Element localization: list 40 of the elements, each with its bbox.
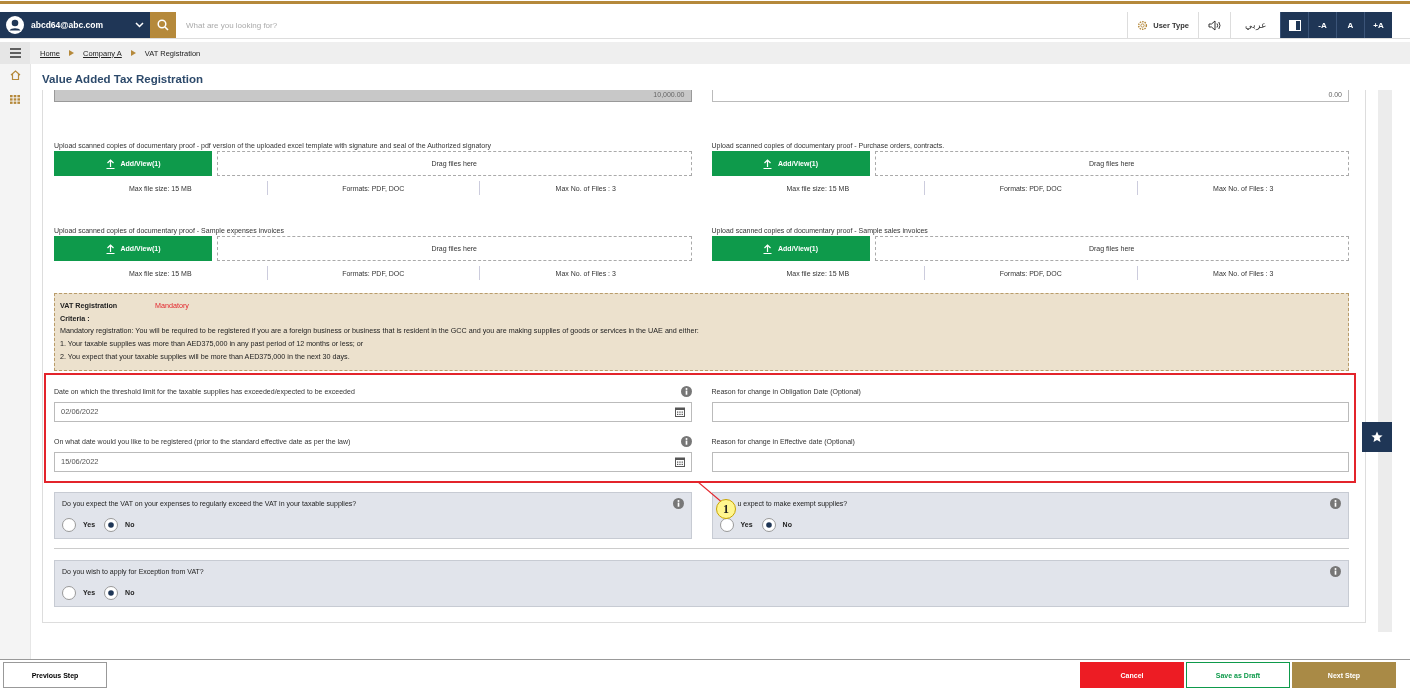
menu-icon[interactable] (0, 42, 30, 64)
info-icon[interactable] (1330, 566, 1341, 577)
info-icon[interactable] (680, 436, 692, 447)
contrast-button[interactable] (1280, 12, 1308, 38)
grid-icon[interactable] (10, 95, 20, 104)
radio-button[interactable] (761, 517, 776, 532)
avatar-icon (6, 16, 24, 34)
radio-button[interactable] (104, 585, 119, 600)
page-title: Value Added Tax Registration (42, 72, 205, 87)
font-size-button[interactable]: +A (1364, 12, 1392, 38)
info-icon[interactable] (680, 386, 692, 397)
text-field[interactable] (711, 401, 1349, 422)
calendar-icon[interactable] (674, 456, 685, 467)
calendar-icon[interactable] (674, 406, 685, 417)
chevron-down-icon (135, 22, 144, 28)
info-icon[interactable] (672, 498, 684, 509)
radio-button[interactable] (104, 517, 119, 532)
upload-icon (763, 243, 773, 254)
radio-button[interactable] (719, 517, 734, 532)
radio-button[interactable] (62, 585, 76, 600)
search-button[interactable] (150, 12, 176, 38)
radio-button[interactable] (62, 517, 76, 532)
search-icon (157, 19, 169, 31)
caret-right-icon (130, 50, 136, 56)
font-size-button[interactable]: A (1336, 12, 1364, 38)
home-icon[interactable] (9, 70, 21, 80)
contrast-icon (1288, 19, 1301, 31)
favorite-button[interactable] (1362, 422, 1392, 452)
user-menu[interactable]: abcd64@abc.com (0, 12, 150, 38)
speaker-icon (1208, 19, 1221, 31)
caret-right-icon (69, 50, 74, 56)
gear-icon (1137, 19, 1149, 31)
upload-icon (105, 243, 115, 254)
upload-icon (763, 158, 773, 169)
star-icon (1371, 431, 1383, 443)
text-field[interactable] (711, 451, 1349, 472)
user-email: abcd64@abc.com (31, 20, 105, 30)
font-size-button[interactable]: -A (1308, 12, 1336, 38)
upload-icon (105, 158, 115, 169)
info-icon[interactable] (1330, 498, 1341, 509)
